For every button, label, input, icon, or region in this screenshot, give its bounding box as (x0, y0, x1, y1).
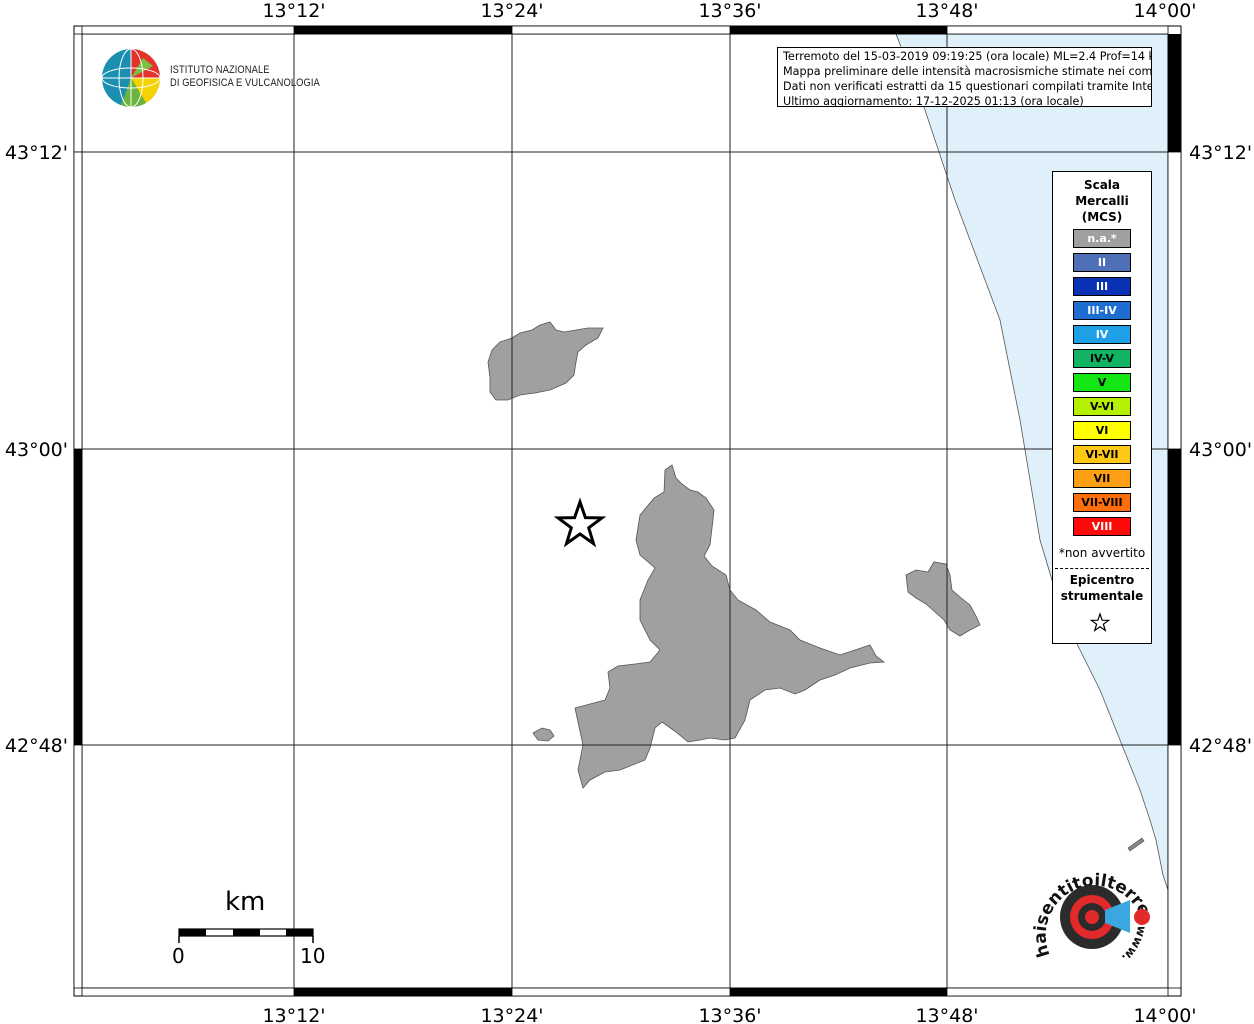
legend-swatch: VIII (1073, 517, 1131, 536)
legend-swatch: III-IV (1073, 301, 1131, 320)
haisentito-logo-icon: haisentitoilterremoto.it www. (1030, 855, 1154, 965)
legend-note: *non avvertito (1058, 546, 1146, 560)
legend-swatch: VI-VII (1073, 445, 1131, 464)
island-east (905, 561, 981, 637)
lon-tick: 14°00' (1133, 1005, 1196, 1024)
info-line2: Mappa preliminare delle intensità macros… (783, 65, 1152, 78)
info-line4: Ultimo aggiornamento: 17-12-2025 01:13 (… (783, 95, 1084, 107)
epicenter-star-icon (553, 497, 607, 548)
legend-swatch: VII-VIII (1073, 493, 1131, 512)
lat-tick: 42°48' (5, 735, 68, 757)
lon-tick: 13°24' (480, 1005, 543, 1024)
lon-ticks-bottom: 13°12' 13°24' 13°36' 13°48' 14°00' (262, 1005, 1196, 1024)
legend-swatch: II (1073, 253, 1131, 272)
legend-swatch: III (1073, 277, 1131, 296)
lon-ticks-top: 13°12' 13°24' 13°36' 13°48' 14°00' (262, 0, 1196, 22)
legend-title: Scala Mercalli (MCS) (1053, 177, 1151, 225)
legend-swatch: V (1073, 373, 1131, 392)
legend-swatch: VI (1073, 421, 1131, 440)
legend-swatch: n.a.* (1073, 229, 1131, 248)
lat-tick: 43°00' (1189, 439, 1252, 461)
islet-west (532, 727, 555, 742)
scale-bar (178, 928, 314, 943)
lat-tick: 42°48' (1189, 735, 1252, 757)
mcs-legend: Scala Mercalli (MCS) n.a.* II III III-IV IV I… (1052, 171, 1152, 644)
scale-min-label: 0 (172, 944, 185, 968)
lat-tick: 43°12' (1189, 142, 1252, 164)
logo-line2: DI GEOFISICA E VULCANOLOGIA (170, 77, 320, 89)
legend-swatch: IV (1073, 325, 1131, 344)
legend-swatch: V-VI (1073, 397, 1131, 416)
ingv-logo-text: ISTITUTO NAZIONALE DI GEOFISICA E VULCAN… (170, 64, 320, 90)
legend-swatch: VII (1073, 469, 1131, 488)
lat-ticks-right: 43°12' 43°00' 42°48' (1189, 142, 1252, 757)
brand-prefix: www. (1119, 924, 1149, 965)
svg-text:www.: www. (1119, 924, 1149, 965)
legend-title-line: Mercalli (1075, 194, 1129, 208)
legend-epicenter-line: Epicentro (1069, 573, 1135, 587)
island-pianosa-north (487, 321, 604, 401)
lon-tick: 13°24' (480, 0, 543, 22)
lat-tick: 43°00' (5, 439, 68, 461)
lon-tick: 13°36' (698, 0, 761, 22)
lat-tick: 43°12' (5, 142, 68, 164)
legend-swatch: IV-V (1073, 349, 1131, 368)
lon-tick: 13°12' (262, 0, 325, 22)
lon-tick: 13°36' (698, 1005, 761, 1024)
scale-unit-label: km (225, 887, 266, 917)
lat-ticks-left: 43°12' 43°00' 42°48' (5, 142, 68, 757)
legend-epicenter-label: Epicentro strumentale (1053, 572, 1151, 604)
islet-coast (1127, 837, 1145, 852)
legend-epicenter-line: strumentale (1060, 589, 1144, 603)
event-info-box: Terremoto del 15-03-2019 09:19:25 (ora l… (777, 47, 1152, 107)
scale-max-label: 10 (300, 944, 326, 968)
ingv-globe-icon (101, 48, 161, 108)
lon-tick: 13°12' (262, 1005, 325, 1024)
legend-title-line: Scala (1083, 178, 1121, 192)
logo-line1: ISTITUTO NAZIONALE (170, 64, 270, 76)
legend-title-line: (MCS) (1081, 210, 1123, 224)
lon-tick: 13°48' (915, 0, 978, 22)
info-line3: Dati non verificati estratti da 15 quest… (783, 80, 1152, 93)
lon-tick: 14°00' (1133, 0, 1196, 22)
legend-separator (1055, 568, 1149, 569)
info-line1: Terremoto del 15-03-2019 09:19:25 (ora l… (783, 50, 1152, 63)
lon-tick: 13°48' (915, 1005, 978, 1024)
legend-star-icon (1089, 612, 1111, 633)
